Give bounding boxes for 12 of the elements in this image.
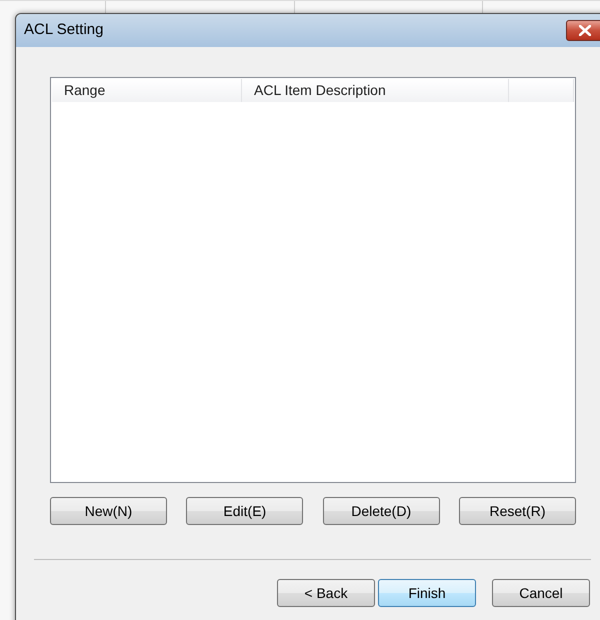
column-header[interactable]: ACL Item Description: [242, 79, 509, 102]
column-header[interactable]: Range: [52, 79, 242, 102]
action-button[interactable]: New(N): [50, 497, 167, 525]
action-button[interactable]: Edit(E): [186, 497, 304, 525]
close-button[interactable]: [566, 20, 600, 41]
nav-button[interactable]: < Back: [277, 579, 375, 607]
nav-button[interactable]: Cancel: [492, 579, 590, 607]
action-button[interactable]: Reset(R): [458, 497, 576, 525]
nav-button[interactable]: Finish: [378, 579, 476, 607]
window-title: ACL Setting: [24, 20, 104, 40]
close-icon: [579, 25, 591, 36]
action-button[interactable]: Delete(D): [322, 497, 440, 525]
